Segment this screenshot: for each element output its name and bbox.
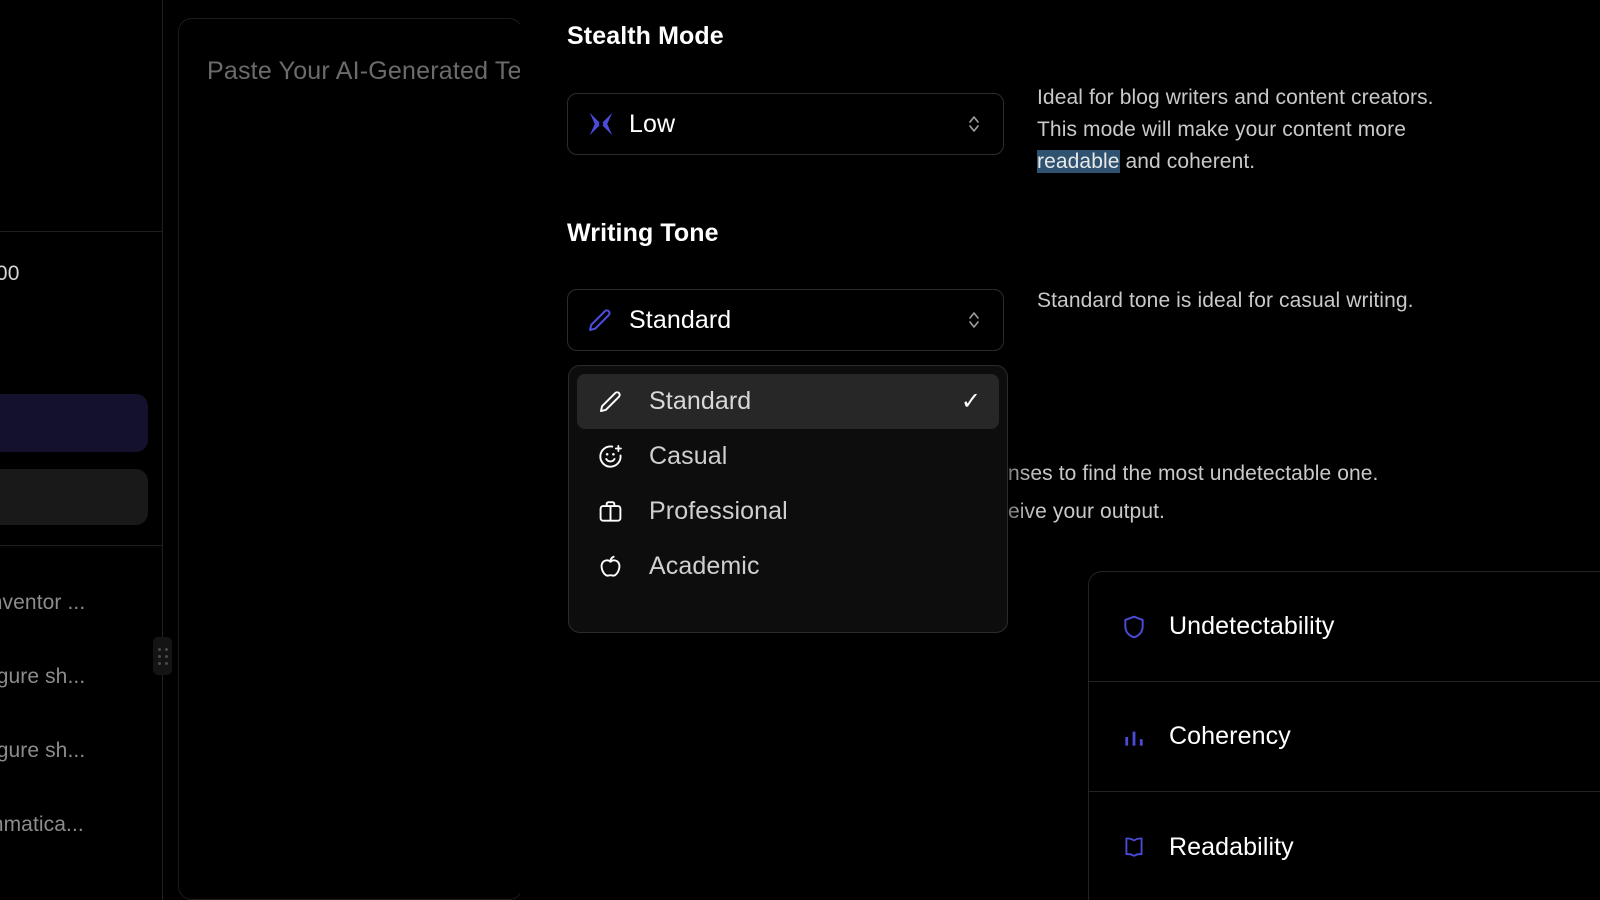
stealth-desc-after: and coherent. — [1119, 150, 1256, 173]
sidebar-secondary-button[interactable] — [0, 469, 148, 525]
writing-tone-dropdown-menu[interactable]: Standard ✓ Casual Professional Academic — [568, 365, 1008, 633]
list-item-label: figure sh... — [0, 739, 86, 762]
shield-icon — [1121, 614, 1155, 640]
metrics-card: Undetectability ★ ★ ★ ★ ★ Cohe — [1088, 571, 1600, 900]
menu-item-standard[interactable]: Standard ✓ — [577, 374, 999, 429]
metric-label: Undetectability — [1169, 612, 1335, 640]
chevron-updown-icon — [963, 112, 985, 136]
menu-item-academic[interactable]: Academic — [577, 539, 999, 594]
menu-item-label: Academic — [649, 552, 760, 580]
check-icon: ✓ — [960, 388, 981, 415]
stealth-desc-highlight: readable — [1037, 150, 1120, 173]
list-item-label: inventor ... — [0, 591, 86, 614]
apple-icon — [597, 553, 633, 580]
app-screen: 500 inventor ... figure sh... figure sh.… — [0, 0, 1600, 900]
list-item[interactable]: figure sh... — [0, 714, 162, 788]
stealth-mode-title: Stealth Mode — [567, 22, 724, 50]
writing-tone-description: Standard tone is ideal for casual writin… — [1037, 289, 1414, 312]
drag-handle-dots — [157, 647, 168, 665]
menu-item-label: Professional — [649, 497, 788, 525]
writing-tone-title: Writing Tone — [567, 219, 719, 247]
editor-placeholder: Paste Your AI-Generated Text Here — [207, 57, 522, 85]
chevron-updown-icon — [963, 308, 985, 332]
editor-textarea-card[interactable]: Paste Your AI-Generated Text Here — [178, 18, 523, 900]
briefcase-icon — [597, 498, 633, 525]
menu-item-casual[interactable]: Casual — [577, 429, 999, 484]
list-item[interactable]: inventor ... — [0, 566, 162, 640]
left-region: 500 inventor ... figure sh... figure sh.… — [0, 0, 523, 900]
stealth-mode-value: Low — [629, 109, 676, 138]
metric-label: Coherency — [1169, 722, 1291, 750]
menu-item-label: Casual — [649, 442, 728, 470]
smiley-plus-icon — [597, 443, 633, 470]
sidebar-history-list: inventor ... figure sh... figure sh... m… — [0, 566, 162, 862]
word-count-label: 500 — [0, 262, 20, 285]
metric-label: Readability — [1169, 832, 1294, 861]
shuriken-icon — [586, 109, 620, 139]
writing-tone-value: Standard — [629, 305, 732, 334]
menu-item-professional[interactable]: Professional — [577, 484, 999, 539]
stealth-mode-description: Ideal for blog writers and content creat… — [1037, 82, 1467, 178]
sidebar-divider-mid — [0, 545, 162, 546]
list-item[interactable]: figure sh... — [0, 640, 162, 714]
occluded-description-line2: eive your output. — [1008, 500, 1165, 523]
pencil-icon — [597, 388, 633, 415]
stealth-desc-before: Ideal for blog writers and content creat… — [1037, 86, 1434, 141]
occluded-description-line1: nses to find the most undetectable one. — [1008, 462, 1379, 485]
sidebar-primary-button[interactable] — [0, 394, 148, 452]
writing-tone-select[interactable]: Standard — [567, 289, 1004, 351]
drag-handle-icon[interactable] — [153, 637, 172, 675]
sidebar-divider-top — [0, 231, 162, 232]
stealth-mode-select[interactable]: Low — [567, 93, 1004, 155]
list-item[interactable]: mmatica... — [0, 788, 162, 862]
table-row: Coherency ★ ★ ★ ★ ★ — [1089, 682, 1600, 792]
pencil-icon — [586, 306, 620, 334]
book-icon — [1121, 834, 1155, 860]
table-row: Undetectability ★ ★ ★ ★ ★ — [1089, 572, 1600, 682]
list-item-label: mmatica... — [0, 813, 84, 836]
bar-chart-icon — [1121, 724, 1155, 750]
table-row: Readability ★ ★ ★ ★ ★ — [1089, 792, 1600, 900]
menu-item-label: Standard — [649, 387, 752, 415]
list-item-label: figure sh... — [0, 665, 86, 688]
sidebar-divider — [162, 0, 163, 900]
